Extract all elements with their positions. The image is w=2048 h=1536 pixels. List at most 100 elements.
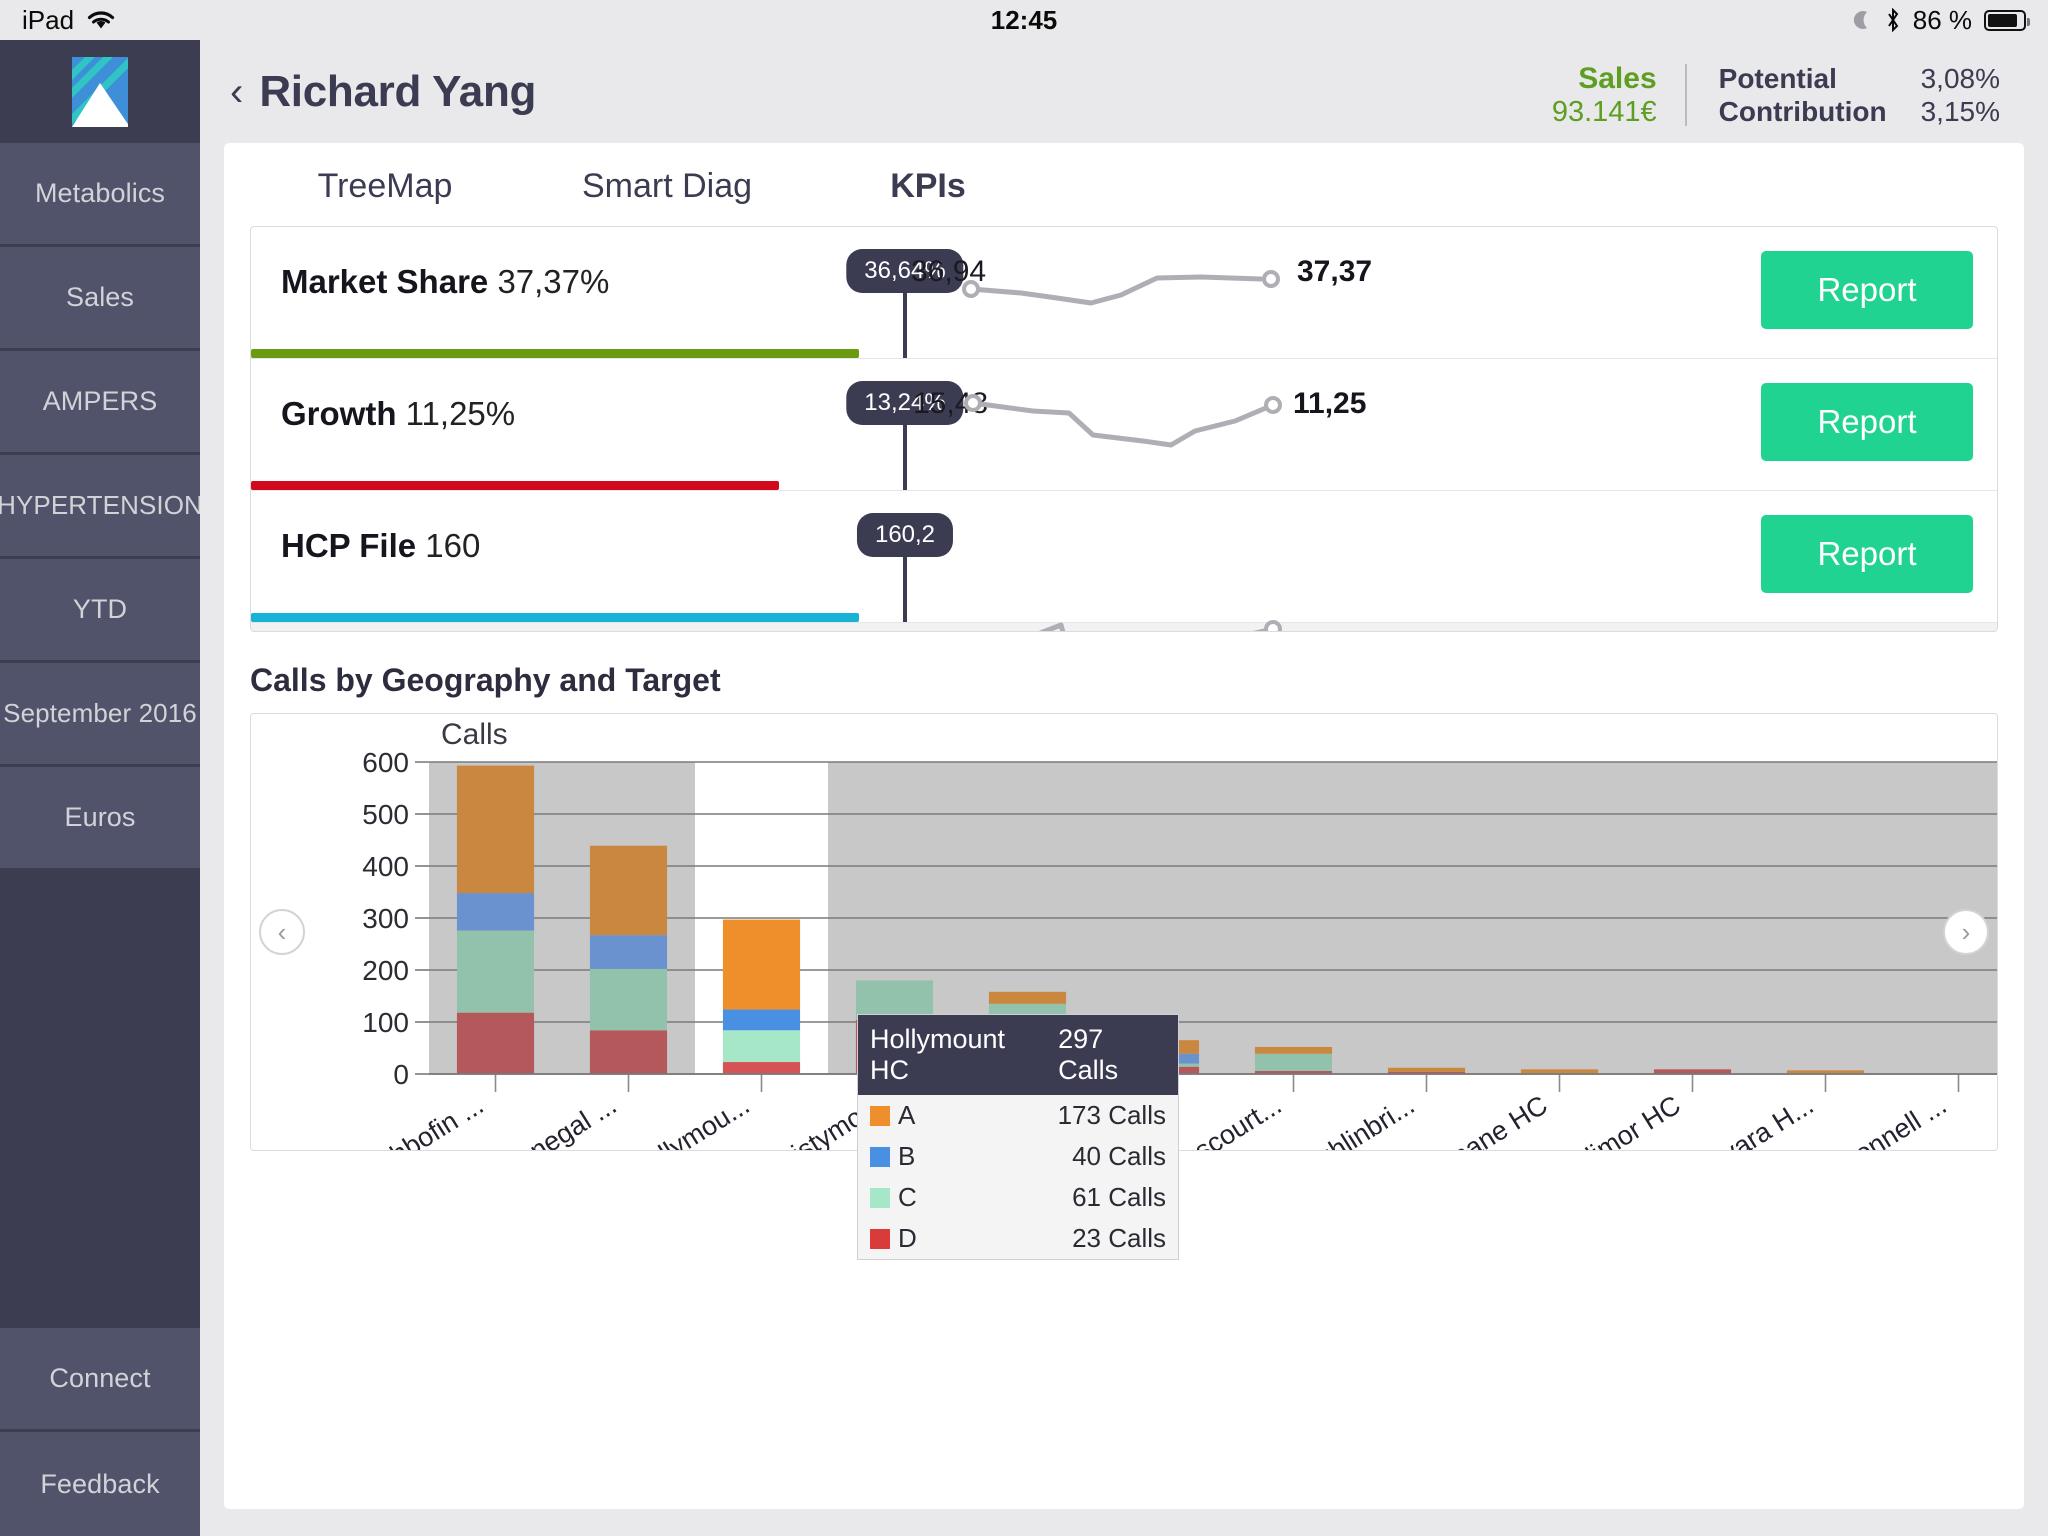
sidebar-item-connect[interactable]: Connect [0, 1328, 200, 1432]
kpi-sparkline [1038, 620, 1282, 631]
sidebar-item-label: September 2016 [3, 698, 197, 728]
header-sales-label: Sales [1578, 62, 1657, 95]
sidebar-item-hypertension[interactable]: HYPERTENSION [0, 455, 203, 559]
sidebar-item-metabolics[interactable]: Metabolics [0, 143, 200, 247]
kpi-sparkline [964, 394, 1282, 448]
tooltip-row-c: C 61 Calls [858, 1177, 1178, 1218]
kpi-title: HCP File 160 [281, 527, 480, 565]
sidebar: Metabolics Sales AMPERS HYPERTENSION YTD… [0, 40, 203, 1536]
battery-percent: 86 % [1912, 4, 1972, 35]
svg-text:Tullyvara H...: Tullyvara H... [1669, 1090, 1819, 1150]
sidebar-item-label: Feedback [40, 1468, 160, 1499]
svg-text:Kilconnell ...: Kilconnell ... [1812, 1090, 1951, 1150]
svg-text:Leighlinbri...: Leighlinbri... [1280, 1090, 1419, 1150]
svg-text:Clonegal ...: Clonegal ... [490, 1090, 622, 1150]
tooltip-row-label: C [898, 1182, 917, 1212]
tooltip-row-label: B [898, 1141, 916, 1171]
metric-label: Potential [1718, 63, 1837, 94]
metric-value: 3,15% [1920, 96, 2000, 128]
main-content: ‹ Richard Yang Sales 93.141€ Potential 3… [200, 40, 2048, 1536]
sidebar-item-ytd[interactable]: YTD [0, 559, 200, 663]
tooltip-row-d: D 23 Calls [858, 1218, 1178, 1259]
kpi-row-hcp-file[interactable]: HCP File 160 160,2 Report [251, 491, 1997, 623]
svg-text:Leenane HC: Leenane HC [1408, 1090, 1552, 1150]
chevron-right-icon[interactable]: › [1943, 909, 1989, 955]
tooltip-total: 297 Calls [1058, 1024, 1119, 1085]
kpi-name: HCP File [281, 527, 417, 564]
status-time: 12:45 [990, 4, 1058, 35]
svg-text:200: 200 [362, 955, 409, 986]
kpi-spark-end: 37,37 [1297, 255, 1373, 288]
tab-smart-diag[interactable]: Smart Diag [542, 167, 792, 206]
sidebar-item-label: Connect [49, 1363, 151, 1393]
sidebar-item-ampers[interactable]: AMPERS [0, 351, 200, 455]
kpi-row-growth[interactable]: Growth 11,25% 13,24% 15,48 11,25 Report [251, 359, 1997, 491]
tooltip-header: Hollymount HC 297 Calls [858, 1015, 1178, 1095]
metric-label: Contribution [1718, 96, 1887, 128]
kpi-sparkline [962, 270, 1280, 306]
svg-text:600: 600 [362, 747, 409, 778]
back-chevron-icon[interactable]: ‹ [230, 72, 243, 112]
sidebar-item-label: HYPERTENSION [0, 490, 203, 520]
kpi-progress-bar [251, 481, 779, 490]
kpi-row-calls[interactable]: Calls 1.863 1.993 1.307 1.863 Report [251, 620, 1997, 631]
tooltip-row-label: A [898, 1100, 916, 1130]
sidebar-item-label: AMPERS [42, 386, 158, 416]
sidebar-item-label: Euros [64, 802, 136, 832]
kpi-title: Market Share 37,37% [281, 263, 609, 301]
sidebar-item-sales[interactable]: Sales [0, 247, 200, 351]
tooltip-title: Hollymount HC [870, 1024, 1006, 1085]
kpi-report-button[interactable]: Report [1761, 383, 1973, 461]
kpi-row-market-share[interactable]: Market Share 37,37% 36,64% 36,94 37,37 R… [251, 227, 1997, 359]
tab-bar: TreeMap Smart Diag KPIs [224, 143, 2024, 226]
chevron-left-icon[interactable]: ‹ [259, 909, 305, 955]
svg-text:Hollymou...: Hollymou... [624, 1090, 754, 1150]
sidebar-item-september-2016[interactable]: September 2016 [0, 663, 200, 767]
svg-text:0: 0 [393, 1059, 409, 1090]
svg-text:100: 100 [362, 1007, 409, 1038]
kpi-value: 37,37% [497, 263, 610, 300]
legend-swatch-c [870, 1187, 890, 1208]
svg-text:300: 300 [362, 903, 409, 934]
page-header: ‹ Richard Yang Sales 93.141€ Potential 3… [200, 40, 2048, 143]
header-metric-contribution: Contribution 3,15% [1719, 95, 2000, 128]
tooltip-row-label: D [898, 1223, 917, 1253]
svg-text:Killimor HC: Killimor HC [1555, 1090, 1685, 1150]
kpi-report-button[interactable]: Report [1761, 515, 1973, 593]
battery-icon [1984, 9, 2030, 31]
svg-text:Calls: Calls [441, 718, 508, 751]
legend-swatch-a [870, 1105, 890, 1126]
svg-text:500: 500 [362, 799, 409, 830]
tab-treemap[interactable]: TreeMap [260, 167, 510, 206]
tooltip-row-value: 40 Calls [1072, 1141, 1166, 1171]
header-sales-value: 93.141€ [1551, 95, 1657, 128]
sidebar-item-label: Sales [65, 282, 135, 312]
metric-value: 3,08% [1920, 63, 2000, 94]
kpi-list[interactable]: Market Share 37,37% 36,64% 36,94 37,37 R… [250, 226, 1998, 632]
kyra-logo-icon [72, 56, 128, 127]
kpi-progress-bar [251, 613, 859, 622]
sidebar-item-label: YTD [72, 594, 128, 624]
tooltip-row-a: A 173 Calls [858, 1095, 1178, 1136]
sidebar-item-euros[interactable]: Euros [0, 767, 200, 871]
kpi-value: 11,25% [405, 395, 516, 432]
chart-section-title: Calls by Geography and Target [250, 662, 721, 698]
kpi-name: Market Share [281, 263, 489, 300]
kpi-target-badge: 160,2 [856, 513, 954, 557]
kpi-title: Growth 11,25% [281, 395, 515, 433]
kpi-progress-bar [251, 349, 859, 358]
tooltip-row-value: 23 Calls [1072, 1223, 1166, 1253]
kpi-value: 160 [425, 527, 481, 564]
sidebar-item-feedback[interactable]: Feedback [0, 1432, 200, 1536]
kpi-spark-end: 11,25 [1293, 387, 1367, 420]
tab-kpis[interactable]: KPIs [828, 167, 1028, 206]
tooltip-row-value: 173 Calls [1057, 1100, 1166, 1130]
kpi-name: Growth [281, 395, 397, 432]
app-logo[interactable] [0, 40, 200, 143]
header-sales: Sales 93.141€ [1552, 62, 1685, 128]
kpi-report-button[interactable]: Report [1761, 251, 1973, 329]
legend-swatch-b [870, 1146, 890, 1167]
bluetooth-icon [1887, 8, 1899, 32]
svg-text:Inishbofin ...: Inishbofin ... [349, 1090, 488, 1150]
legend-swatch-d [870, 1228, 890, 1249]
